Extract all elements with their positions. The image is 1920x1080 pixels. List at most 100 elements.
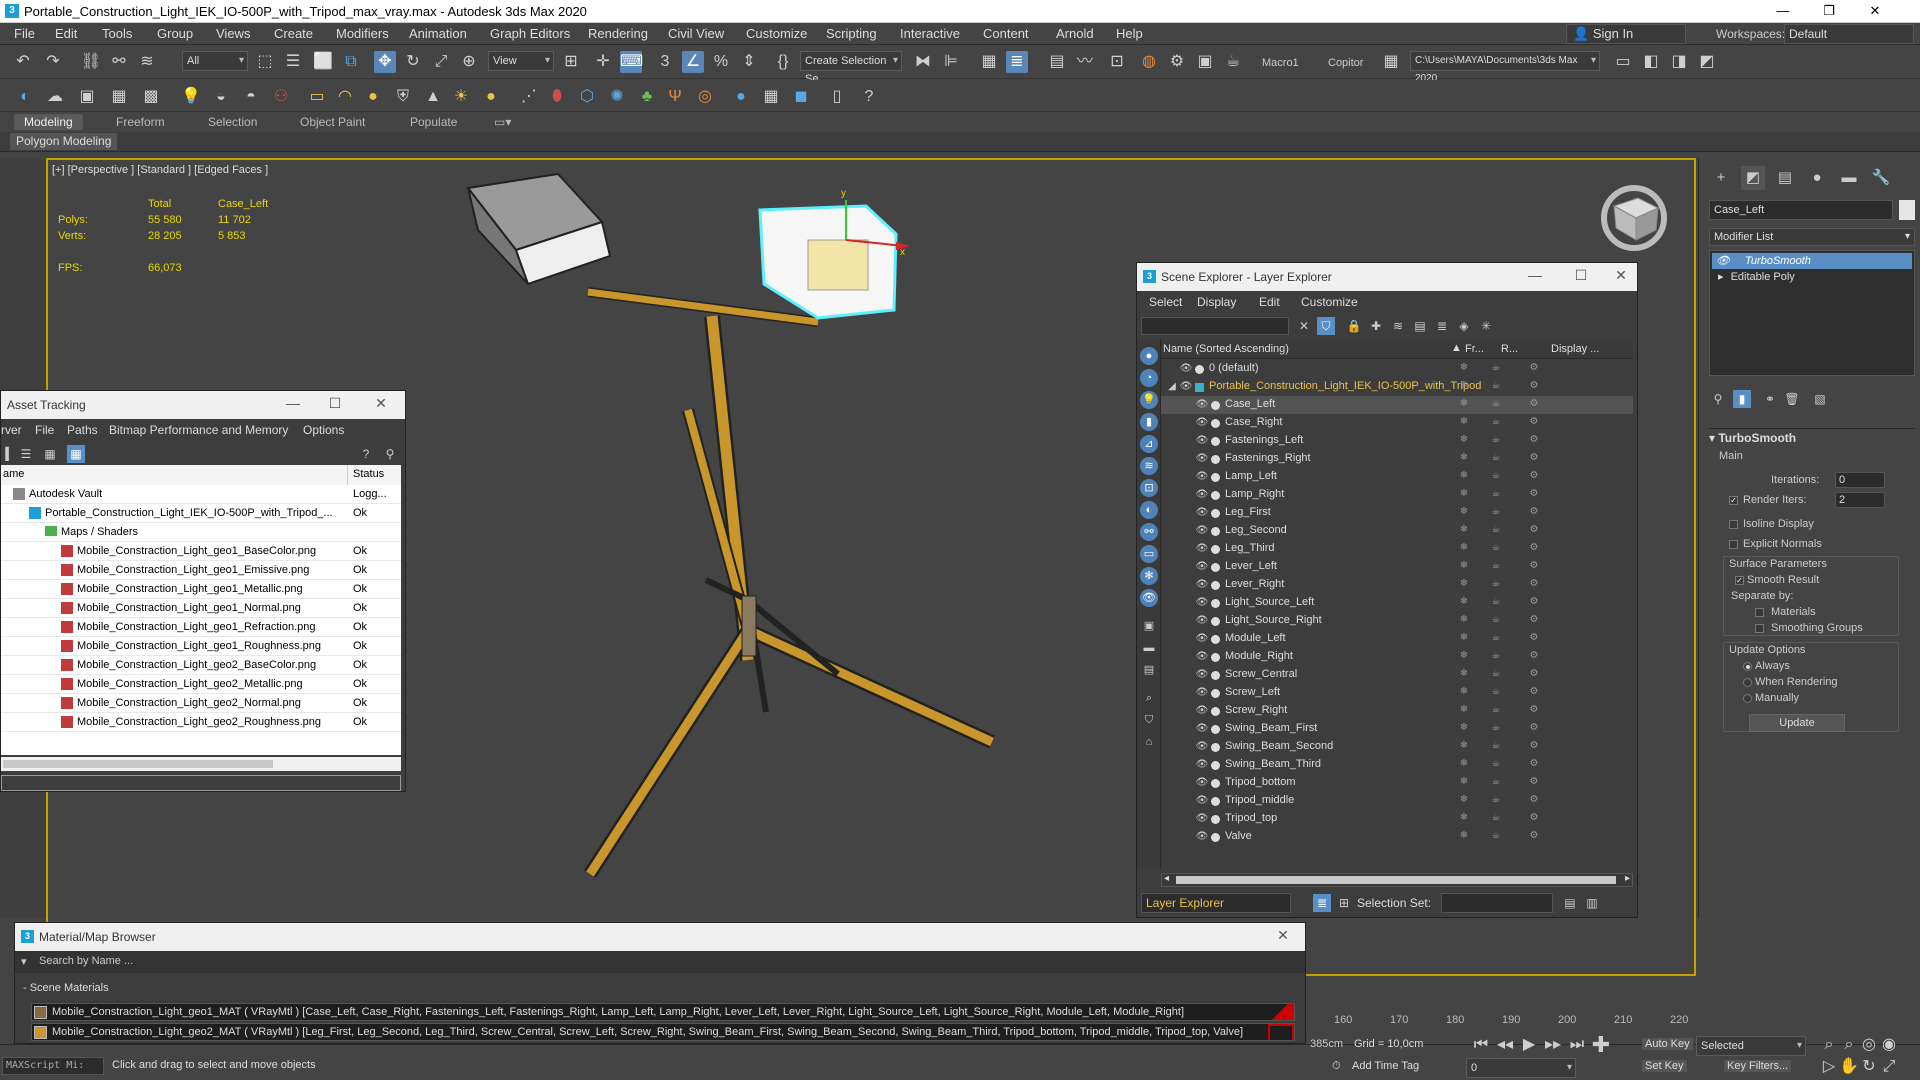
menu-tools[interactable]: Tools — [102, 26, 132, 41]
vray-render-icon[interactable]: ◼ — [790, 86, 812, 108]
scene-list-item[interactable]: 👁 Swing_Beam_Second ❄ ☕ ⚙ — [1161, 738, 1633, 756]
asset-hscrollbar[interactable] — [1, 757, 401, 771]
menu-content[interactable]: Content — [983, 26, 1029, 41]
freeze-icon[interactable]: ❄ — [1457, 830, 1471, 841]
visibility-eye-icon[interactable]: 👁 — [1195, 668, 1209, 682]
scene-list-item[interactable]: 👁 Light_Source_Right ❄ ☕ ⚙ — [1161, 612, 1633, 630]
vray-proxy-icon[interactable]: ⬮ — [546, 86, 568, 108]
tag-icon[interactable]: ⌂ — [1140, 733, 1158, 751]
grid-layout-icon[interactable]: ▦ — [1380, 51, 1402, 73]
col-name[interactable]: Name (Sorted Ascending) — [1163, 343, 1289, 355]
renderable-icon[interactable]: ☕ — [1489, 776, 1503, 787]
motion-tab-icon[interactable]: ● — [1805, 166, 1829, 190]
scene-list-item[interactable]: 👁 Screw_Left ❄ ☕ ⚙ — [1161, 684, 1633, 702]
menu-paths[interactable]: Paths — [67, 423, 98, 437]
macro1-button[interactable]: Macro1 — [1262, 57, 1299, 69]
freeze-icon[interactable]: ❄ — [1457, 758, 1471, 769]
mirror-icon[interactable]: ⧓ — [912, 51, 934, 73]
go-to-end-icon[interactable]: ⏭ — [1566, 1034, 1588, 1056]
visibility-eye-icon[interactable]: 👁 — [1195, 470, 1209, 484]
help-icon[interactable]: ? — [357, 445, 375, 463]
link-icon[interactable]: ⛓ — [80, 51, 102, 73]
close-icon[interactable]: ✕ — [1265, 927, 1301, 944]
vray-fur-icon[interactable]: ⋰ — [518, 86, 540, 108]
scene-list-item[interactable]: 👁 Lamp_Right ❄ ☕ ⚙ — [1161, 486, 1633, 504]
object-color-swatch[interactable] — [1899, 200, 1915, 220]
material-browser-titlebar[interactable]: 3 Material/Map Browser ✕ — [15, 923, 1305, 951]
layout-icon-c[interactable]: ◩ — [1696, 51, 1718, 73]
freeze-icon[interactable]: ❄ — [1457, 668, 1471, 679]
stack-item-editable-poly[interactable]: ▸ Editable Poly — [1712, 269, 1912, 285]
visibility-eye-icon[interactable]: 👁 — [1195, 686, 1209, 700]
visibility-eye-icon[interactable]: 👁 — [1195, 596, 1209, 610]
display-mode-icon[interactable]: ⚙ — [1527, 668, 1541, 679]
rollout-header[interactable]: ▾ TurboSmooth — [1709, 428, 1915, 446]
menu-file[interactable]: File — [14, 26, 35, 41]
freeze-icon[interactable]: ❄ — [1457, 776, 1471, 787]
menu-scripting[interactable]: Scripting — [826, 26, 877, 41]
asset-row[interactable]: Maps / Shaders — [1, 523, 401, 542]
renderable-icon[interactable]: ☕ — [1489, 830, 1503, 841]
display-cameras-icon[interactable]: ▮ — [1140, 413, 1158, 431]
scene-list-item[interactable]: ◢ 👁 Portable_Construction_Light_IEK_IO-500… — [1161, 378, 1633, 396]
renderable-icon[interactable]: ☕ — [1489, 614, 1503, 625]
scroll-thumb[interactable] — [3, 760, 273, 768]
stack-item-turbosmooth[interactable]: 👁 TurboSmooth — [1712, 253, 1912, 269]
vray-vfb-icon[interactable]: ▦ — [760, 86, 782, 108]
scene-list-item[interactable]: 👁 Lever_Left ❄ ☕ ⚙ — [1161, 558, 1633, 576]
display-mode-icon[interactable]: ⚙ — [1527, 362, 1541, 373]
layout-icon-a[interactable]: ◧ — [1640, 51, 1662, 73]
modify-tab-icon[interactable]: ◩ — [1741, 166, 1765, 190]
menu-rendering[interactable]: Rendering — [588, 26, 648, 41]
scene-list-item[interactable]: 👁 Module_Left ❄ ☕ ⚙ — [1161, 630, 1633, 648]
asset-row[interactable]: Mobile_Constraction_Light_geo1_Normal.pn… — [1, 599, 401, 618]
highlight-icon[interactable]: ◈ — [1455, 317, 1473, 335]
vray-material-icon[interactable]: ● — [730, 86, 752, 108]
vray-volume-icon[interactable]: ⬡ — [576, 86, 598, 108]
freeze-icon[interactable]: ❄ — [1457, 722, 1471, 733]
renderable-icon[interactable]: ☕ — [1489, 668, 1503, 679]
menu-select[interactable]: Select — [1149, 295, 1182, 309]
copitor-button[interactable]: Copitor — [1328, 57, 1363, 69]
select-scale-icon[interactable]: ⤢ — [430, 51, 452, 73]
visibility-eye-icon[interactable]: 👁 — [1195, 506, 1209, 520]
freeze-icon[interactable]: ❄ — [1457, 596, 1471, 607]
visibility-eye-icon[interactable]: 👁 — [1195, 542, 1209, 556]
workspace-dropdown[interactable]: Default — [1784, 24, 1914, 44]
menu-animation[interactable]: Animation — [409, 26, 467, 41]
asset-row[interactable]: Mobile_Constraction_Light_geo2_BaseColor… — [1, 656, 401, 675]
freeze-icon[interactable]: ❄ — [1457, 560, 1471, 571]
display-mode-icon[interactable]: ⚙ — [1527, 470, 1541, 481]
scene-list-item[interactable]: 👁 Case_Right ❄ ☕ ⚙ — [1161, 414, 1633, 432]
lock-icon[interactable]: 🔒 — [1345, 317, 1363, 335]
display-bones-icon[interactable]: ⚯ — [1140, 523, 1158, 541]
timeline[interactable]: 160 170 180 190 200 210 220 — [1310, 1004, 1698, 1034]
vray-plane-light-icon[interactable]: ▭ — [306, 86, 328, 108]
vray-sphere-icon[interactable]: ◓ — [240, 86, 262, 108]
set-key-button[interactable]: Set Key — [1642, 1060, 1687, 1072]
rendered-frame-window-icon[interactable]: ▣ — [1194, 51, 1216, 73]
visibility-eye-icon[interactable]: 👁 — [1179, 380, 1193, 394]
table-view-icon[interactable]: ▦ — [67, 445, 85, 463]
freeze-icon[interactable]: ❄ — [1457, 362, 1471, 373]
toggle-ribbon-icon[interactable]: ▤ — [1046, 51, 1068, 73]
viewcube-icon[interactable] — [1601, 185, 1667, 251]
zoom-icon[interactable]: ⌕ — [1818, 1034, 1840, 1056]
menu-arnold[interactable]: Arnold — [1056, 26, 1094, 41]
visibility-eye-icon[interactable]: 👁 — [1179, 362, 1193, 376]
vray-hair-icon[interactable]: Ψ — [664, 86, 686, 108]
render-iters-spinner[interactable]: 2 — [1835, 492, 1885, 508]
asset-path-field[interactable] — [1, 775, 401, 791]
display-mode-icon[interactable]: ⚙ — [1527, 776, 1541, 787]
scene-list-item[interactable]: 👁 Lever_Right ❄ ☕ ⚙ — [1161, 576, 1633, 594]
renderable-icon[interactable]: ☕ — [1489, 758, 1503, 769]
scene-list-item[interactable]: 👁 Lamp_Left ❄ ☕ ⚙ — [1161, 468, 1633, 486]
renderable-icon[interactable]: ☕ — [1489, 488, 1503, 499]
asset-row[interactable]: Mobile_Constraction_Light_geo2_Roughness… — [1, 713, 401, 732]
vray-fur-grass-icon[interactable]: ♣ — [636, 86, 658, 108]
thumbnail-view-icon[interactable]: ▦ — [41, 445, 59, 463]
display-mode-icon[interactable]: ⚙ — [1527, 452, 1541, 463]
select-place-icon[interactable]: ⊕ — [458, 51, 480, 73]
display-mode-icon[interactable]: ⚙ — [1527, 488, 1541, 499]
display-frozen-icon[interactable]: ✻ — [1140, 567, 1158, 585]
